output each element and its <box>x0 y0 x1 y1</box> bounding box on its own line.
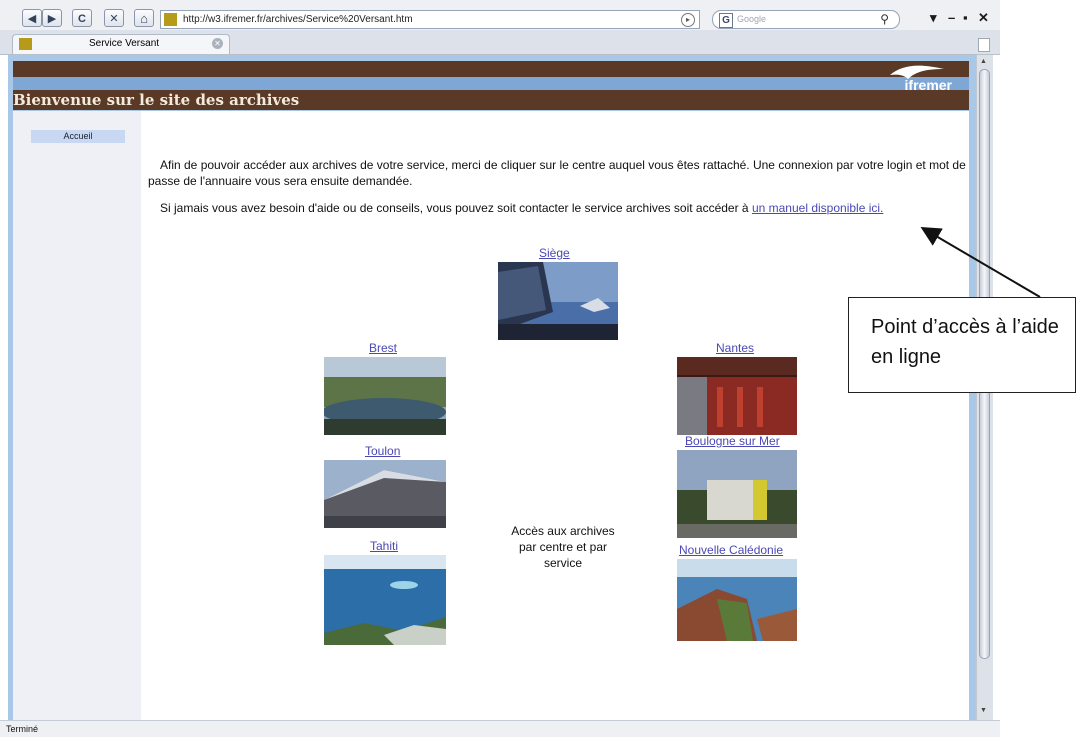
centre-link-nantes[interactable]: Nantes <box>716 341 754 355</box>
search-box[interactable]: G Google ⚲ <box>712 10 900 29</box>
address-bar[interactable]: http://w3.ifremer.fr/archives/Service%20… <box>160 10 700 29</box>
banner-top-bar <box>13 61 969 77</box>
logo-text: ifremer <box>904 77 952 93</box>
back-icon: ◀ <box>27 13 37 25</box>
tab-title: Service Versant <box>89 38 160 49</box>
brest-photo[interactable] <box>324 357 446 435</box>
status-text: Terminé <box>6 724 39 734</box>
help-annotation-text: Point d’accès à l’aide en ligne <box>871 316 1059 368</box>
forward-icon: ▶ <box>47 13 57 25</box>
centre-link-siege[interactable]: Siège <box>539 246 570 260</box>
nouvelle-caledonie-photo[interactable] <box>677 559 797 641</box>
help-manual-link[interactable]: un manuel disponible ici. <box>752 201 883 215</box>
toulon-photo[interactable] <box>324 460 446 528</box>
search-placeholder: Google <box>737 14 767 24</box>
address-url: http://w3.ifremer.fr/archives/Service%20… <box>183 14 413 25</box>
centre-link-boulogne[interactable]: Boulogne sur Mer <box>685 434 780 448</box>
page-title: Bienvenue sur le site des archives <box>13 91 300 109</box>
sidebar-item-accueil[interactable]: Accueil <box>31 130 125 143</box>
tahiti-photo[interactable] <box>324 555 446 645</box>
intro-paragraph: Afin de pouvoir accéder aux archives de … <box>148 157 970 189</box>
search-engine-icon[interactable]: G <box>719 13 733 28</box>
site-favicon-icon <box>164 13 177 26</box>
reload-icon: C <box>78 13 86 25</box>
forward-button[interactable]: ▶ <box>42 9 62 27</box>
minimize-icon[interactable]: – <box>948 10 955 25</box>
browser-toolbar: ◀ ▶ C ✕ ⌂ http://w3.ifremer.fr/archives/… <box>0 0 1000 31</box>
home-icon: ⌂ <box>140 11 148 26</box>
ifremer-logo: ifremer <box>876 63 956 103</box>
centre-link-brest[interactable]: Brest <box>369 341 397 355</box>
scroll-down-icon[interactable]: ▼ <box>980 707 987 714</box>
help-text: Si jamais vous avez besoin d'aide ou de … <box>160 201 749 215</box>
reload-button[interactable]: C <box>72 9 92 27</box>
archives-access-label: Accès aux archives par centre et par ser… <box>511 524 615 570</box>
new-tab-icon[interactable] <box>978 38 990 52</box>
boulogne-photo[interactable] <box>677 450 797 538</box>
back-button[interactable]: ◀ <box>22 9 42 27</box>
centre-link-nouvelle-caledonie[interactable]: Nouvelle Calédonie <box>679 543 783 557</box>
intro-text: Afin de pouvoir accéder aux archives de … <box>148 158 966 188</box>
centre-link-toulon[interactable]: Toulon <box>365 444 400 458</box>
scroll-up-icon[interactable]: ▲ <box>980 58 987 65</box>
stop-button[interactable]: ✕ <box>104 9 124 27</box>
stop-icon: ✕ <box>109 13 119 25</box>
home-button[interactable]: ⌂ <box>134 9 154 27</box>
status-bar: Terminé <box>0 720 1000 737</box>
centre-link-tahiti[interactable]: Tahiti <box>370 539 398 553</box>
go-icon[interactable]: ▸ <box>681 13 695 27</box>
sidebar <box>13 111 141 720</box>
close-window-icon[interactable]: ✕ <box>978 10 989 26</box>
tab-bar: Service Versant ✕ <box>0 30 1000 55</box>
maximize-icon[interactable]: ▪ <box>963 10 968 25</box>
siege-photo[interactable] <box>498 262 618 340</box>
tab-favicon-icon <box>19 38 32 50</box>
page-viewport: Bienvenue sur le site des archives ifrem… <box>8 55 976 720</box>
search-icon[interactable]: ⚲ <box>880 12 889 26</box>
page-title-bar: Bienvenue sur le site des archives <box>13 90 969 110</box>
main-content: Afin de pouvoir accéder aux archives de … <box>141 111 969 720</box>
tab-service-versant[interactable]: Service Versant ✕ <box>12 34 230 54</box>
menu-dropdown-icon[interactable]: ▾ <box>930 10 937 26</box>
tab-close-icon[interactable]: ✕ <box>212 38 223 49</box>
help-paragraph: Si jamais vous avez besoin d'aide ou de … <box>148 200 956 216</box>
nantes-photo[interactable] <box>677 357 797 435</box>
help-annotation-box: Point d’accès à l’aide en ligne <box>848 297 1076 393</box>
banner-blue-bar <box>13 77 969 90</box>
